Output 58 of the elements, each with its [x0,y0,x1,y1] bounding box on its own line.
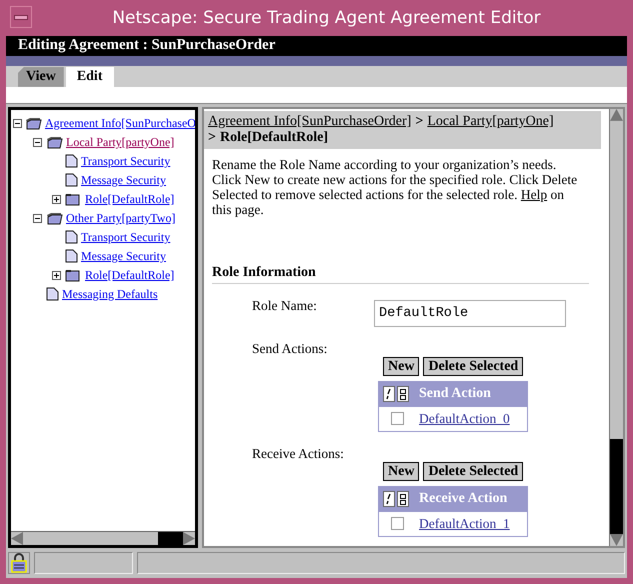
window-title: Netscape: Secure Trading Agent Agreement Editor [111,8,541,28]
document-icon [65,173,78,188]
page-title: Editing Agreement : SunPurchaseOrder [18,37,276,54]
breadcrumb-current: Role[DefaultRole] [220,130,328,146]
action-button[interactable]: New [383,462,420,481]
horizontal-scrollbar[interactable] [11,530,195,545]
collapse-toggle[interactable] [32,214,43,223]
window-menu-button[interactable] [10,6,32,28]
deselect-all-icon[interactable] [397,491,409,508]
action-link[interactable]: DefaultAction_0 [419,410,510,427]
row-checkbox[interactable] [391,517,404,530]
breadcrumb-separator: > [415,114,424,130]
role-name-label: Role Name: [252,298,318,314]
tab[interactable]: View [18,66,64,87]
vertical-scrollbar[interactable] [609,108,623,546]
actions-label: Send Actions: [252,340,328,356]
help-link[interactable]: Help [520,186,548,202]
action-button[interactable]: Delete Selected [423,356,524,376]
tree-item[interactable]: Local Party[partyOne] [66,134,178,150]
select-all-icon[interactable] [383,491,395,508]
collapse-toggle[interactable] [32,138,43,147]
row-checkbox[interactable] [391,412,404,426]
actions-label: Receive Actions: [252,446,344,461]
document-icon [65,249,78,264]
collapse-toggle[interactable] [13,118,22,128]
tree-item[interactable]: Other Party[partyTwo] [66,210,178,226]
role-name-field[interactable]: DefaultRole [374,300,566,327]
folder-icon [46,212,63,225]
folder-icon [65,268,82,282]
folder-icon [46,136,63,149]
action-link[interactable]: DefaultAction_1 [419,516,510,532]
column-header: Send Action [419,386,491,402]
tree-item[interactable]: Message Security [81,248,169,264]
select-all-icon[interactable] [383,386,395,402]
tree-item[interactable]: Transport Security [81,154,174,169]
breadcrumb-link[interactable]: Agreement Info[SunPurchaseOrder] [208,114,412,130]
tree-item[interactable]: Transport Security [81,230,174,245]
deselect-all-icon[interactable] [397,386,409,402]
section-heading: Role Information [212,264,589,284]
folder-icon [65,192,82,206]
tree-item[interactable]: Role[DefaultRole] [85,268,178,283]
breadcrumb-separator: > [208,130,216,146]
tree-item[interactable]: Messaging Defaults [62,286,161,302]
action-button[interactable]: Delete Selected [423,462,524,481]
tab[interactable]: Edit [66,66,114,87]
folder-icon [25,116,42,130]
tree-item[interactable]: Message Security [81,172,169,188]
action-button[interactable]: New [383,356,420,376]
expand-toggle[interactable] [51,270,62,280]
column-header: Receive Action [419,491,508,508]
lock-icon[interactable] [8,552,30,574]
description-text: Rename the Role Name according to your organization’s needs. Click New to create new actions for the specified role. Click Delete Selected to remove selected actions for the selected role. Help on this page. [212,156,578,217]
breadcrumb-link[interactable]: Local Party[partyOne] [427,114,554,130]
tree-item[interactable]: Role[DefaultRole] [85,192,178,207]
expand-toggle[interactable] [51,194,62,204]
document-icon [65,154,78,168]
document-icon [46,287,59,302]
document-icon [65,230,78,244]
